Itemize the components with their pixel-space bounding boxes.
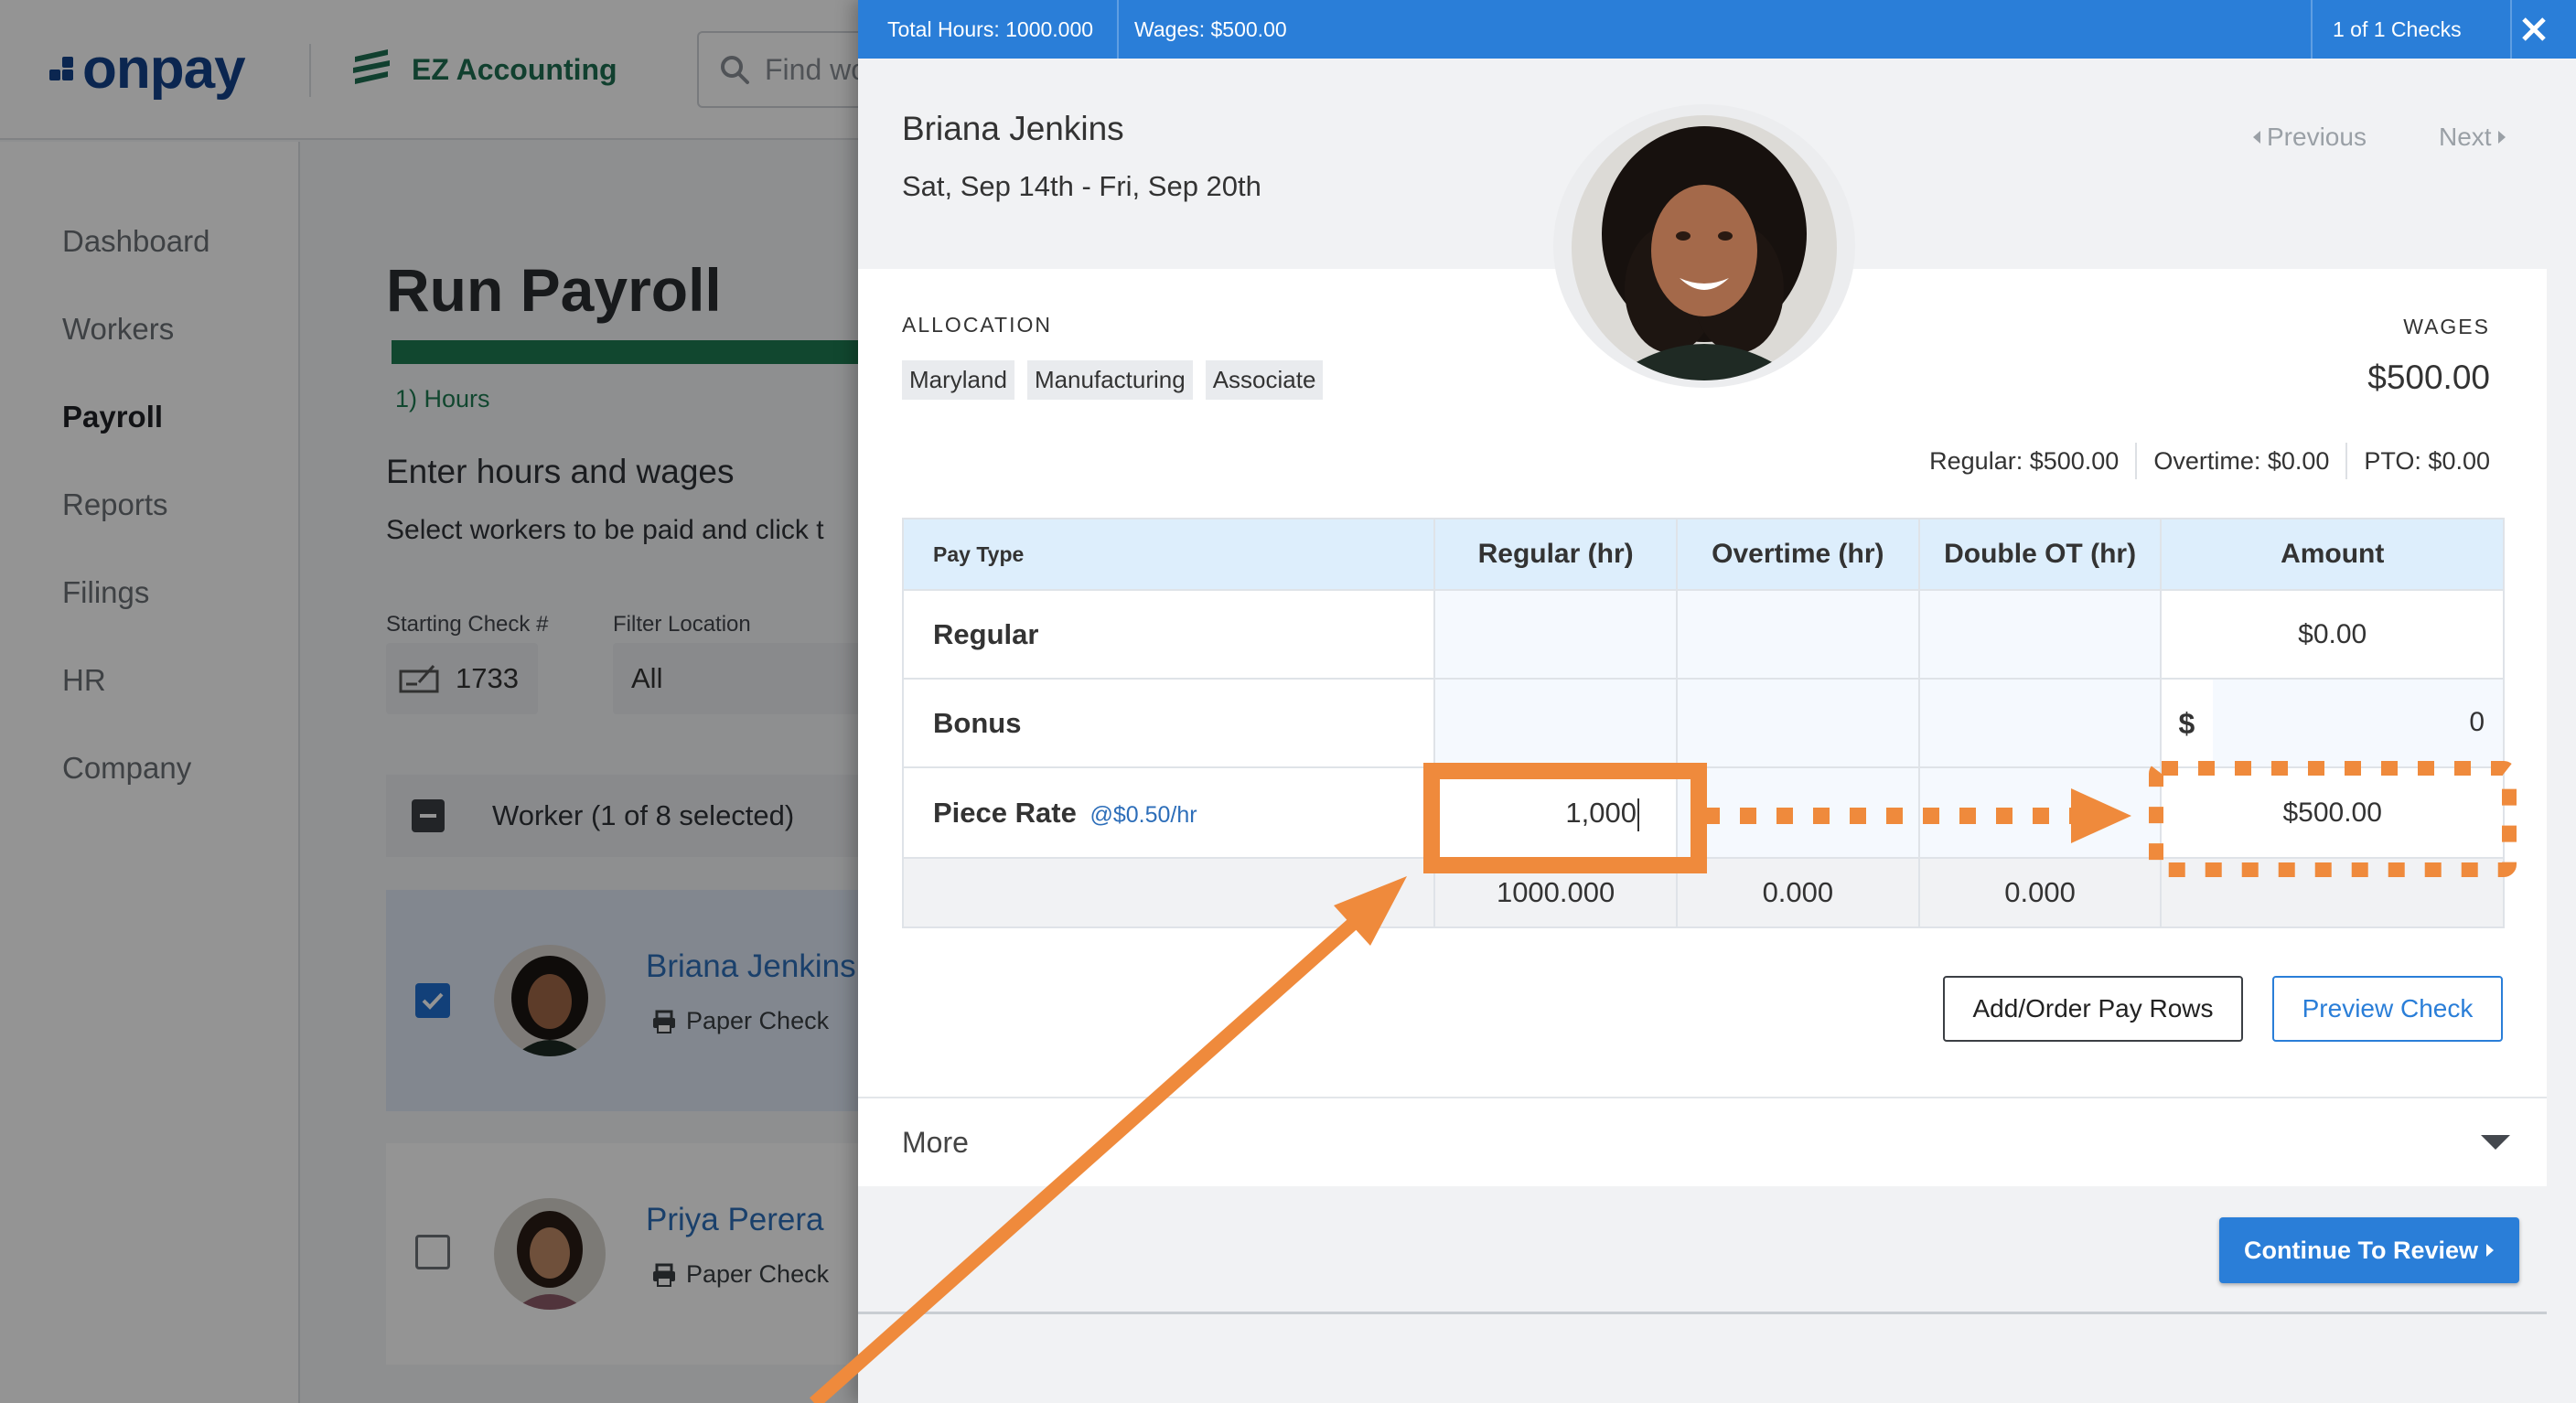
preview-check-button[interactable]: Preview Check [2272,976,2503,1042]
add-order-pay-rows-button[interactable]: Add/Order Pay Rows [1943,976,2243,1042]
totals-row: 1000.000 0.000 0.000 [901,857,2505,928]
next-label: Next [2439,123,2492,151]
piece-rate-amount: $500.00 [2160,766,2505,859]
piece-rate-note: @$0.50/hr [1089,801,1197,828]
modal-backdrop[interactable] [0,0,858,1403]
allocation-tag: Manufacturing [1026,360,1193,400]
pay-period: Sat, Sep 14th - Fri, Sep 20th [902,170,1261,202]
regular-wages: Regular: $500.00 [1929,446,2120,475]
more-section-toggle[interactable]: More [858,1097,2547,1186]
wage-breakdown: Regular: $500.00 Overtime: $0.00 PTO: $0… [1929,443,2490,479]
table-row: Regular $0.00 [901,589,2505,680]
panel-summary-bar: Total Hours: 1000.000 Wages: $500.00 1 o… [858,0,2576,59]
employee-name: Briana Jenkins [902,110,1124,147]
piece-rate-double-ot-cell [1917,766,2163,859]
caret-left-icon [2253,131,2260,144]
table-header-row: Pay Type Regular (hr) Overtime (hr) Doub… [901,518,2505,591]
totals-label-cell [901,857,1436,928]
breakdown-divider [2135,443,2138,479]
panel-footer: Continue To Review [858,1186,2547,1314]
allocation-label: ALLOCATION [902,313,1052,337]
breakdown-divider [2345,443,2348,479]
piece-rate-hours-value: 1,000 [1565,797,1637,829]
bonus-double-ot-cell [1917,678,2163,768]
continue-label: Continue To Review [2243,1236,2478,1264]
more-label: More [902,1126,969,1159]
bonus-overtime-cell [1675,678,1920,768]
dollar-sign: $ [2178,707,2195,740]
column-header-double-ot: Double OT (hr) [1917,518,2163,591]
total-amount-cell [2160,857,2505,928]
pay-type-piece-rate: Piece Rate @$0.50/hr [901,766,1436,859]
continue-to-review-button[interactable]: Continue To Review [2219,1217,2519,1283]
column-header-amount: Amount [2160,518,2505,591]
allocation-tags: Maryland Manufacturing Associate [902,360,1324,400]
allocation-tag: Maryland [902,360,1014,400]
summary-divider [2311,0,2313,59]
wages-label: WAGES [2403,315,2490,338]
caret-right-icon [2486,1244,2494,1257]
previous-label: Previous [2267,123,2367,151]
pay-rows-table: Pay Type Regular (hr) Overtime (hr) Doub… [901,518,2505,928]
double-ot-hours-input[interactable] [1917,589,2163,680]
column-header-pay-type: Pay Type [901,518,1436,591]
close-icon[interactable] [2517,13,2550,46]
table-row: Piece Rate @$0.50/hr 1,000 $500.00 [901,766,2505,859]
piece-rate-label: Piece Rate [933,796,1077,829]
piece-rate-overtime-cell [1675,766,1920,859]
caret-right-icon [2497,131,2506,144]
overtime-wages: Overtime: $0.00 [2153,446,2330,475]
regular-hours-input[interactable] [1433,589,1678,680]
check-count: 1 of 1 Checks [2333,16,2462,41]
employee-photo [1553,104,1855,388]
bonus-regular-cell [1433,678,1678,768]
bonus-amount-cell: $ 0 [2160,678,2505,768]
bonus-amount-input[interactable]: 0 [2213,680,2503,766]
total-overtime-hours: 0.000 [1675,857,1920,928]
pay-type-bonus: Bonus [901,678,1436,768]
total-double-ot-hours: 0.000 [1917,857,2163,928]
summary-divider [2510,0,2512,59]
text-cursor [1637,798,1639,831]
chevron-down-icon [2481,1135,2510,1150]
table-row: Bonus $ 0 [901,678,2505,768]
summary-divider [1117,0,1119,59]
pto-wages: PTO: $0.00 [2364,446,2490,475]
pay-type-regular: Regular [901,589,1436,680]
column-header-overtime: Overtime (hr) [1675,518,1920,591]
allocation-tag: Associate [1205,360,1324,400]
regular-amount: $0.00 [2160,589,2505,680]
wages-summary: Wages: $500.00 [1134,16,1287,41]
total-regular-hours: 1000.000 [1433,857,1678,928]
overtime-hours-input[interactable] [1675,589,1920,680]
column-header-regular: Regular (hr) [1433,518,1678,591]
piece-rate-hours-input[interactable]: 1,000 [1433,766,1678,859]
previous-button[interactable]: Previous [2252,123,2367,152]
wages-total: $500.00 [2367,359,2490,396]
next-button[interactable]: Next [2439,123,2506,152]
pay-detail-card: ALLOCATION Maryland Manufacturing Associ… [858,269,2547,1097]
total-hours-summary: Total Hours: 1000.000 [887,16,1094,41]
